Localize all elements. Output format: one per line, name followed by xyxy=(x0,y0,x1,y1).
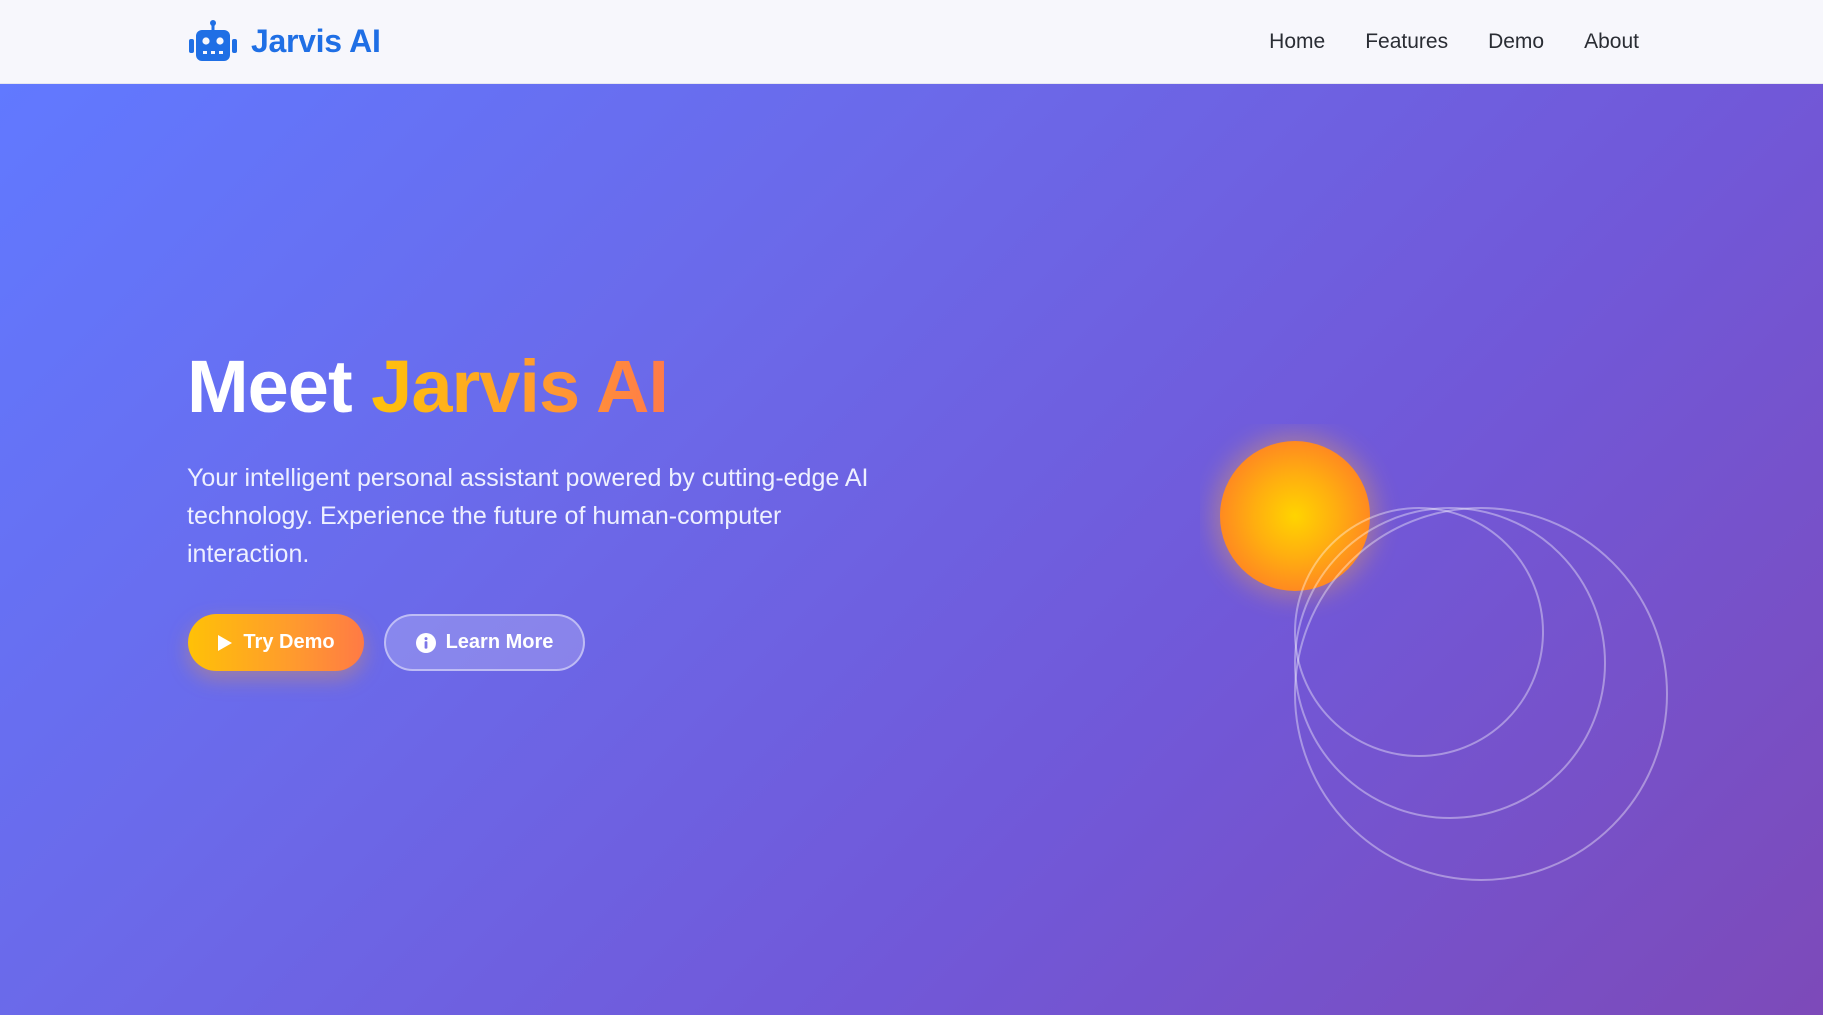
hero-title-highlight: Jarvis AI xyxy=(371,345,669,428)
robot-icon xyxy=(189,20,237,61)
learn-more-label: Learn More xyxy=(445,631,554,653)
nav-link-demo[interactable]: Demo xyxy=(1488,30,1544,54)
brand-logo-link[interactable]: Jarvis AI xyxy=(187,19,381,63)
hero-section: Meet Jarvis AI Your intelligent personal… xyxy=(0,84,1823,1015)
learn-more-button[interactable]: Learn More xyxy=(384,614,585,671)
brand-name: Jarvis AI xyxy=(251,22,381,59)
try-demo-label: Try Demo xyxy=(243,631,335,653)
hero-subtitle: Your intelligent personal assistant powe… xyxy=(187,464,869,568)
hero-title: Meet Jarvis AI xyxy=(187,345,669,428)
orange-orb xyxy=(1220,441,1370,591)
nav-link-home[interactable]: Home xyxy=(1269,30,1325,54)
nav-links: Home Features Demo About xyxy=(1269,0,1639,84)
try-demo-button[interactable]: Try Demo xyxy=(188,614,364,671)
info-icon xyxy=(415,632,436,653)
play-icon xyxy=(218,634,233,651)
hero-illustration xyxy=(1213,434,1668,881)
nav-link-features[interactable]: Features xyxy=(1365,30,1448,54)
hero-title-prefix: Meet xyxy=(187,345,353,428)
nav-link-about[interactable]: About xyxy=(1584,30,1639,54)
navbar: Jarvis AI Home Features Demo About xyxy=(0,0,1823,84)
